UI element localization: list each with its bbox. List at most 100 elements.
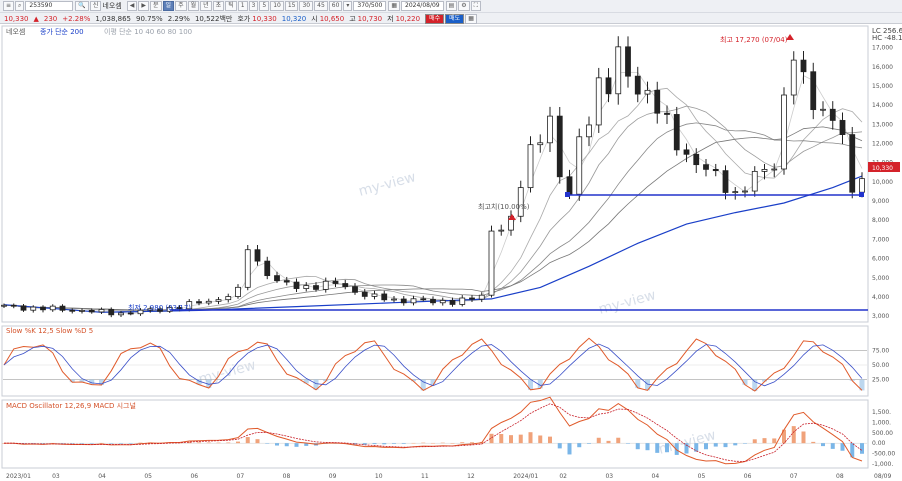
date-input[interactable]: 2024/08/09	[401, 1, 444, 11]
candle-body	[205, 300, 212, 304]
settings-icon[interactable]: ⚙	[458, 1, 470, 11]
tab-minute-30[interactable]: 30	[299, 1, 314, 11]
candle-body	[30, 306, 37, 311]
tab-period-week[interactable]: 주	[175, 1, 187, 11]
chart-svg[interactable]: my-view my-view my-view my-view 네오셈 종가 단…	[0, 24, 902, 481]
candle-body	[332, 280, 339, 284]
sell-button[interactable]: 매도	[445, 13, 465, 24]
tab-period-tick[interactable]: 틱	[225, 1, 237, 11]
tab-minute-1[interactable]: 1	[237, 1, 248, 11]
price-ytick-label: 4,000	[872, 294, 889, 301]
macd-osc-bar	[616, 437, 621, 444]
turnover: 2.29%	[167, 14, 190, 23]
macd-yaxis: 1,500. 1,000. 500.00 0.00 -500.00 -1,000.	[872, 409, 895, 468]
macd-osc-bar	[821, 443, 825, 447]
macd-osc-bar	[284, 443, 289, 447]
fullscreen-icon[interactable]: ⛶	[470, 1, 481, 11]
volume: 1,038,865	[95, 14, 132, 23]
candle-body	[478, 294, 485, 300]
macd-osc-bar	[772, 438, 777, 444]
tab-minute-3[interactable]: 3	[248, 1, 259, 11]
candle-body	[683, 149, 690, 155]
stock-code-input[interactable]: 253590	[25, 1, 74, 11]
candle-body	[644, 89, 651, 95]
candle-body	[244, 249, 251, 288]
price-ytick-label: 10,000	[872, 179, 893, 186]
tab-minute-15[interactable]: 15	[284, 1, 299, 11]
open-label: 시	[311, 14, 318, 23]
tab-period-sec[interactable]: 초	[212, 1, 225, 11]
candle-body	[303, 285, 310, 289]
macd-osc-bar	[743, 443, 747, 444]
x-tick-label: 04	[652, 473, 660, 480]
macd-osc-bar	[596, 437, 601, 444]
tab-period-day[interactable]: 일	[162, 1, 175, 11]
macd-ytick-label: -500.00	[872, 451, 895, 458]
macd-osc-bar	[548, 436, 552, 444]
candle-body	[293, 281, 300, 289]
macd-osc-bar	[723, 443, 728, 448]
x-tick-label: 06	[190, 473, 198, 480]
candle-body	[790, 59, 797, 96]
price-ytick-label: 8,000	[872, 217, 889, 224]
search-icon[interactable]: 🔍	[75, 1, 89, 11]
candle-body	[859, 178, 865, 193]
candle-body	[605, 77, 612, 95]
candle-body	[488, 230, 495, 296]
tab-minute-5[interactable]: 5	[259, 1, 270, 11]
calendar-pick-icon[interactable]: ▤	[445, 1, 458, 11]
candle-body	[225, 296, 232, 301]
macd-osc-bar	[216, 442, 221, 444]
macd-osc-bar	[626, 443, 630, 444]
chart-area[interactable]: my-view my-view my-view my-view 네오셈 종가 단…	[0, 24, 902, 481]
macd-osc-bar	[255, 439, 260, 444]
macd-osc-bar	[99, 442, 104, 444]
low-label: 저	[387, 14, 394, 23]
candle-body	[800, 59, 807, 73]
count-input[interactable]: 370/500	[353, 1, 387, 11]
candle-body	[40, 306, 46, 311]
menu-icon[interactable]: ≡	[3, 1, 15, 11]
tab-period-year[interactable]: 년	[200, 1, 212, 11]
tab-minute-45[interactable]: 45	[314, 1, 328, 11]
price-change-icon: ▲	[33, 14, 39, 23]
macd-panel-frame	[1, 399, 869, 469]
tab-minute-10[interactable]: 10	[270, 1, 284, 11]
candle-body	[118, 312, 124, 316]
candle-body	[615, 46, 622, 95]
x-tick-label: 06	[744, 473, 752, 480]
candle-body	[634, 75, 641, 95]
candle-body	[595, 77, 602, 126]
stock-name: 네오셈	[102, 2, 122, 10]
tab-period-month[interactable]: 월	[187, 1, 200, 11]
next-icon[interactable]: ▶	[138, 1, 149, 11]
tab-minute-60[interactable]: 60	[328, 1, 343, 11]
candle-body	[732, 191, 739, 194]
macd-osc-bar	[80, 443, 84, 444]
mid-annotation: 최고치(10.00%)	[478, 202, 530, 211]
candle-body	[108, 309, 115, 316]
macd-legend: MACD Oscillator 12,26,9 MACD 시그널	[6, 401, 136, 410]
buy-button[interactable]: 매수	[425, 13, 445, 24]
history-icon[interactable]: ⌕	[15, 1, 25, 11]
grid-icon[interactable]: ▦	[465, 13, 477, 24]
quote-label: 호가	[237, 14, 251, 23]
slow-ytick-label: 25.00	[872, 377, 889, 384]
support-handle-right[interactable]	[859, 192, 864, 197]
high-value: 10,730	[357, 14, 383, 23]
legend-stock: 네오셈	[6, 27, 25, 36]
candle-body	[69, 309, 76, 312]
prev-icon[interactable]: ◀	[126, 1, 138, 11]
tab-period-min[interactable]: 분	[150, 1, 162, 11]
macd-osc-bar	[226, 442, 231, 444]
candle-body	[498, 229, 505, 232]
macd-osc-bar	[518, 434, 523, 444]
high-label: 고	[349, 14, 356, 23]
support-handle-left[interactable]	[565, 192, 570, 197]
macd-osc-bar	[762, 438, 767, 444]
dropdown-icon[interactable]: ▾	[343, 1, 353, 11]
calendar-icon[interactable]: ▦	[388, 1, 401, 11]
candle-body	[517, 187, 524, 217]
x-tick-label: 08	[283, 473, 291, 480]
candle-body	[420, 298, 427, 301]
